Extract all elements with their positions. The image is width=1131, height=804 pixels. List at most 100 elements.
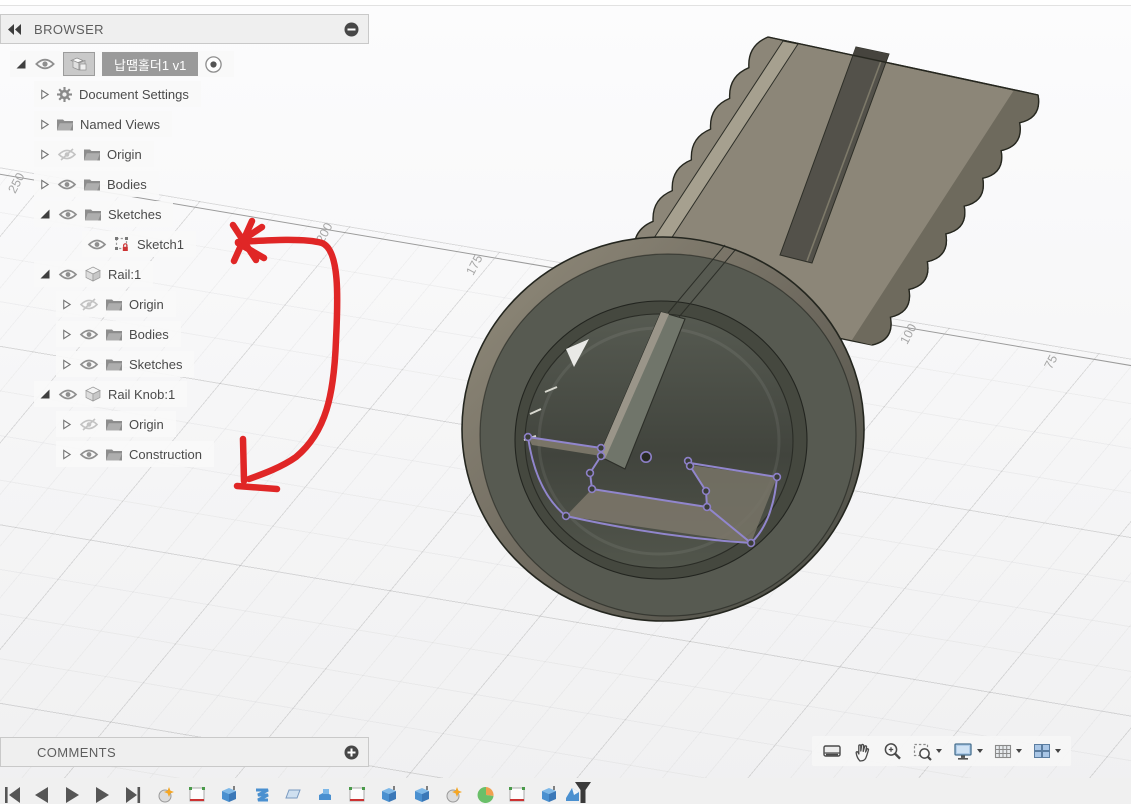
browser-panel-title: BROWSER [34, 21, 104, 37]
timeline-feature-icons[interactable] [152, 786, 612, 804]
tree-row-label: Sketches [108, 206, 162, 222]
folder-icon [106, 299, 122, 310]
add-comment-icon[interactable] [344, 745, 359, 760]
tree-row-document-settings[interactable]: Document Settings [0, 81, 380, 111]
tree-row-label: Origin [107, 146, 142, 162]
chevron-down-icon [976, 748, 984, 754]
component-icon [85, 386, 101, 402]
visibility-eye-icon[interactable] [58, 268, 78, 281]
collapse-panel-icon[interactable] [8, 23, 22, 35]
viewports-button[interactable] [1029, 740, 1065, 762]
expander-collapsed-icon[interactable] [61, 419, 72, 430]
browser-tree: 납땜홀더1 v1 Document Settings Named Views O… [0, 51, 380, 471]
tree-row-label: Sketches [129, 356, 183, 372]
expander-collapsed-icon[interactable] [39, 89, 50, 100]
folder-icon [106, 359, 122, 370]
expander-expanded-icon[interactable] [39, 388, 51, 400]
gear-icon [57, 86, 72, 102]
viewports-icon [1034, 744, 1050, 758]
tree-row-rail-origin[interactable]: Origin [0, 291, 380, 321]
zoom-icon [884, 742, 901, 759]
visibility-eye-icon[interactable] [57, 178, 77, 191]
component-icon [85, 266, 101, 282]
tree-row-knob-origin[interactable]: Origin [0, 411, 380, 441]
chevron-down-icon [1015, 748, 1023, 754]
tree-row-label: Named Views [80, 116, 160, 132]
tree-row-named-views[interactable]: Named Views [0, 111, 380, 141]
expander-expanded-icon[interactable] [15, 58, 27, 70]
visibility-eye-icon[interactable] [79, 448, 99, 461]
tree-row-label: Origin [129, 296, 164, 312]
display-settings-icon [954, 743, 972, 760]
visibility-eye-icon[interactable] [79, 328, 99, 341]
pan-hand-icon [855, 743, 870, 762]
pan-button[interactable] [849, 739, 876, 764]
visibility-eye-off-icon[interactable] [79, 297, 99, 311]
visibility-eye-off-icon[interactable] [57, 147, 77, 161]
tree-row-label: Sketch1 [137, 236, 184, 252]
tree-row-knob-construction[interactable]: Construction [0, 441, 380, 471]
zoom-button[interactable] [879, 739, 906, 764]
chevron-down-icon [935, 748, 943, 754]
visibility-eye-icon[interactable] [58, 388, 78, 401]
visibility-eye-icon[interactable] [87, 238, 107, 251]
comments-panel-header[interactable]: COMMENTS [0, 737, 369, 767]
view-navigation-toolbar [812, 736, 1071, 766]
tree-row-sketches[interactable]: Sketches [0, 201, 380, 231]
tree-row-label: Bodies [107, 176, 147, 192]
tree-row-label: Rail:1 [108, 266, 142, 282]
assembly-icon [63, 52, 95, 76]
expander-expanded-icon[interactable] [39, 208, 51, 220]
grid-settings-icon [994, 744, 1012, 759]
visibility-eye-icon[interactable] [58, 208, 78, 221]
tree-row-label: Rail Knob:1 [108, 386, 176, 402]
tree-row-rail-sketches[interactable]: Sketches [0, 351, 380, 381]
folder-icon [57, 119, 73, 130]
expander-collapsed-icon[interactable] [39, 149, 50, 160]
folder-icon [106, 449, 122, 460]
orbit-button[interactable] [818, 739, 846, 763]
timeline-playhead-marker[interactable] [574, 781, 594, 804]
expander-collapsed-icon[interactable] [61, 299, 72, 310]
tree-row-rail-bodies[interactable]: Bodies [0, 321, 380, 351]
visibility-eye-off-icon[interactable] [79, 417, 99, 431]
timeline-playback-controls[interactable] [4, 786, 144, 804]
tree-row-sketch1[interactable]: Sketch1 [0, 231, 380, 261]
root-document-title: 납땜홀더1 v1 [102, 52, 199, 76]
display-settings-button[interactable] [949, 739, 987, 763]
expander-collapsed-icon[interactable] [61, 329, 72, 340]
comments-panel-title: COMMENTS [37, 744, 117, 760]
activate-component-radio[interactable] [205, 56, 222, 73]
folder-icon [106, 419, 122, 430]
expander-collapsed-icon[interactable] [39, 179, 50, 190]
sketch-locked-icon [114, 236, 129, 252]
tree-row-label: Origin [129, 416, 164, 432]
timeline-bar [0, 778, 1131, 804]
tree-row-origin[interactable]: Origin [0, 141, 380, 171]
visibility-eye-icon[interactable] [79, 358, 99, 371]
expander-collapsed-icon[interactable] [61, 449, 72, 460]
chevron-down-icon [1054, 748, 1062, 754]
grid-settings-button[interactable] [990, 740, 1026, 762]
browser-panel-header[interactable]: BROWSER [0, 14, 369, 44]
window-top-edge [0, 0, 1131, 6]
tree-row-bodies[interactable]: Bodies [0, 171, 380, 201]
expander-collapsed-icon[interactable] [61, 359, 72, 370]
zoom-window-button[interactable] [909, 739, 946, 764]
expander-expanded-icon[interactable] [39, 268, 51, 280]
tree-row-label: Construction [129, 446, 202, 462]
folder-icon [85, 209, 101, 220]
tree-row-rail-knob-1[interactable]: Rail Knob:1 [0, 381, 380, 411]
tree-row-root-component[interactable]: 납땜홀더1 v1 [0, 51, 380, 81]
zoom-window-icon [913, 743, 932, 761]
tree-row-label: Bodies [129, 326, 169, 342]
orbit-icon [823, 745, 841, 757]
folder-icon [106, 329, 122, 340]
folder-icon [84, 149, 100, 160]
folder-icon [84, 179, 100, 190]
expander-collapsed-icon[interactable] [39, 119, 50, 130]
visibility-eye-icon[interactable] [34, 57, 56, 71]
minimize-panel-icon[interactable] [344, 22, 359, 37]
tree-row-rail-1[interactable]: Rail:1 [0, 261, 380, 291]
tree-row-label: Document Settings [79, 86, 189, 102]
